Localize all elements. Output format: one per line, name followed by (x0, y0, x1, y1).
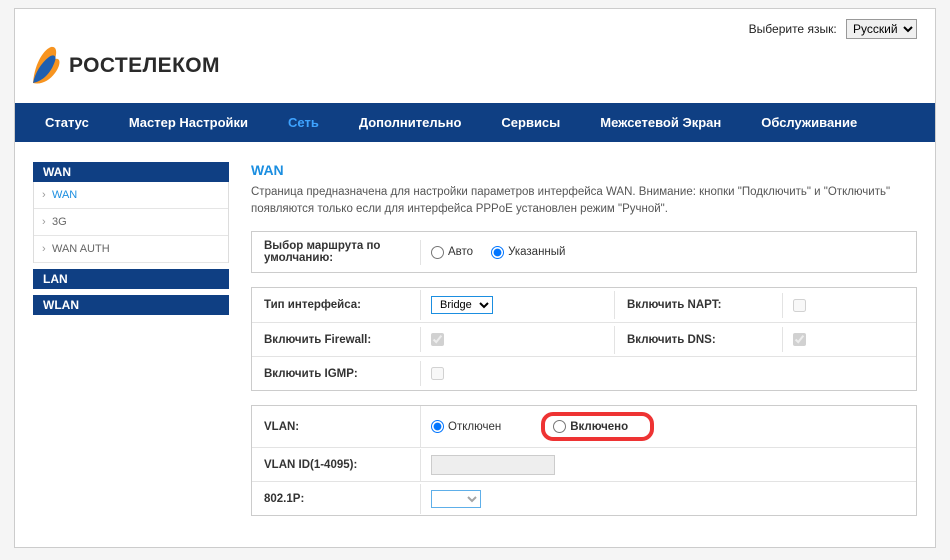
checkbox-firewall[interactable] (431, 333, 444, 346)
radio-vlan-off[interactable] (431, 420, 444, 433)
nav-firewall[interactable]: Межсетевой Экран (580, 103, 741, 142)
language-label: Выберите язык: (749, 22, 837, 36)
label-default-route: Выбор маршрута по умолчанию: (252, 232, 420, 272)
radio-vlan-on-wrap[interactable]: Включено (553, 420, 628, 433)
checkbox-dns[interactable] (793, 333, 806, 346)
nav-advanced[interactable]: Дополнительно (339, 103, 482, 142)
highlight-vlan-enabled: Включено (541, 412, 654, 441)
radio-route-auto-label: Авто (448, 246, 473, 258)
nav-setup-wizard[interactable]: Мастер Настройки (109, 103, 268, 142)
sidebar-item-wan-auth[interactable]: WAN AUTH (34, 236, 228, 263)
language-select[interactable]: Русский (846, 19, 917, 39)
nav-network[interactable]: Сеть (268, 103, 339, 142)
radio-route-auto-wrap[interactable]: Авто (431, 246, 473, 259)
logo: РОСТЕЛЕКОМ (27, 43, 220, 89)
select-interface-type[interactable]: Bridge (431, 296, 493, 314)
radio-vlan-on[interactable] (553, 420, 566, 433)
sidebar-section-wlan[interactable]: WLAN (33, 295, 229, 315)
radio-route-specified[interactable] (491, 246, 504, 259)
nav-status[interactable]: Статус (25, 103, 109, 142)
label-igmp: Включить IGMP: (252, 360, 420, 388)
panel-default-route: Выбор маршрута по умолчанию: Авто Указан… (251, 231, 917, 273)
nav-services[interactable]: Сервисы (481, 103, 580, 142)
logo-text: РОСТЕЛЕКОМ (69, 54, 220, 78)
sidebar: WAN WAN 3G WAN AUTH LAN WLAN (33, 162, 229, 530)
radio-vlan-on-label: Включено (570, 421, 628, 433)
radio-route-auto[interactable] (431, 246, 444, 259)
input-vlan-id[interactable] (431, 455, 555, 475)
sidebar-section-lan[interactable]: LAN (33, 269, 229, 289)
page-title: WAN (251, 162, 917, 178)
page-description: Страница предназначена для настройки пар… (251, 184, 917, 217)
panel-interface: Тип интерфейса: Bridge Включить NAPT: Вк… (251, 287, 917, 391)
nav-maintenance[interactable]: Обслуживание (741, 103, 877, 142)
label-8021p: 802.1P: (252, 485, 420, 513)
label-vlan: VLAN: (252, 413, 420, 441)
label-vlan-id: VLAN ID(1-4095): (252, 451, 420, 479)
label-interface-type: Тип интерфейса: (252, 291, 420, 319)
label-dns: Включить DNS: (614, 326, 782, 354)
radio-vlan-off-wrap[interactable]: Отключен (431, 420, 501, 433)
select-8021p[interactable] (431, 490, 481, 508)
checkbox-napt[interactable] (793, 299, 806, 312)
rostelecom-logo-icon (27, 43, 63, 89)
main-nav: Статус Мастер Настройки Сеть Дополнитель… (15, 103, 935, 142)
radio-route-specified-label: Указанный (508, 246, 565, 258)
label-firewall: Включить Firewall: (252, 326, 420, 354)
label-napt: Включить NAPT: (614, 291, 782, 319)
checkbox-igmp[interactable] (431, 367, 444, 380)
radio-route-specified-wrap[interactable]: Указанный (491, 246, 565, 259)
radio-vlan-off-label: Отключен (448, 421, 501, 433)
sidebar-section-wan[interactable]: WAN (33, 162, 229, 182)
sidebar-item-3g[interactable]: 3G (34, 209, 228, 236)
sidebar-item-wan[interactable]: WAN (34, 182, 228, 209)
panel-vlan: VLAN: Отключен Включено (251, 405, 917, 516)
